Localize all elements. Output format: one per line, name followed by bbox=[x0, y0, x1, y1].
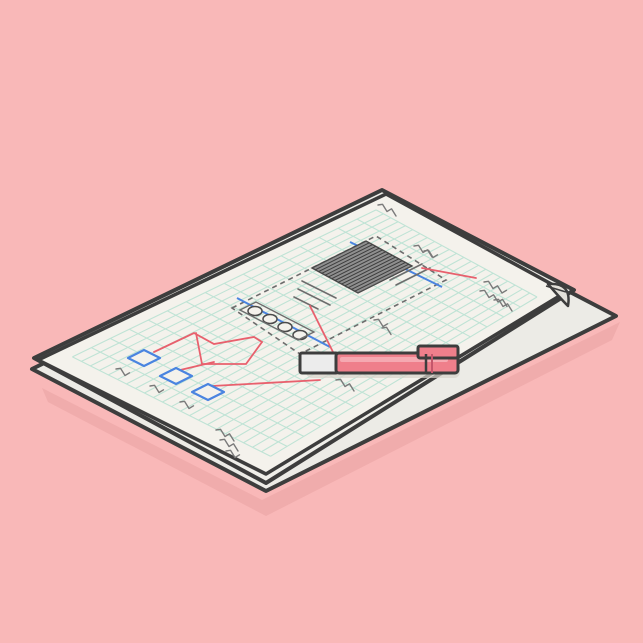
marker-cap bbox=[298, 351, 340, 375]
wireframe-sketch-illustration bbox=[0, 0, 643, 643]
paper-stack-icon bbox=[0, 0, 643, 643]
marker-clip bbox=[416, 344, 460, 360]
